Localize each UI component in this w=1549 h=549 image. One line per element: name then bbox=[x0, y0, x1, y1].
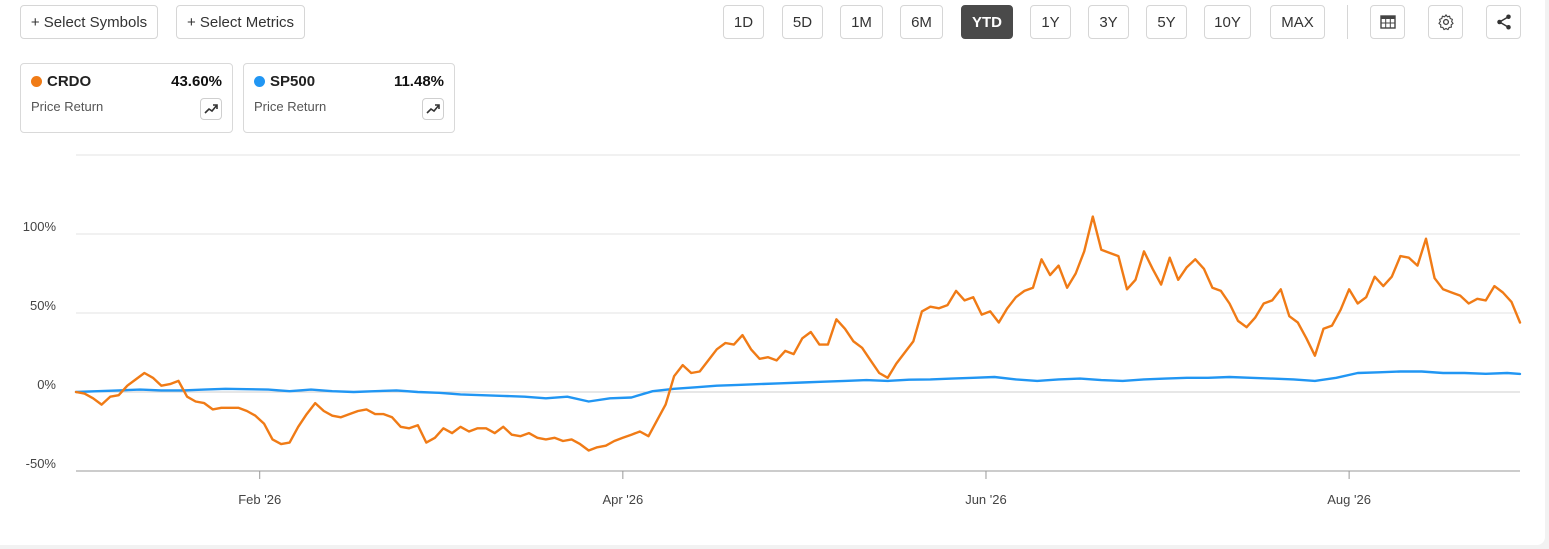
x-tick-label: Jun '26 bbox=[965, 492, 1007, 507]
y-tick-label: 50% bbox=[30, 298, 56, 313]
x-tick-label: Feb '26 bbox=[238, 492, 281, 507]
price-return-chart: 100% 50% 0% -50% Feb '26 Apr '26 Jun '26 Aug '2… bbox=[23, 154, 1522, 507]
y-tick-label: -50% bbox=[26, 456, 57, 471]
chart-card: + Select Symbols + Select Metrics 1D 5D 1M… bbox=[0, 0, 1545, 545]
series-line-sp500 bbox=[74, 370, 1522, 403]
x-tick-label: Aug '26 bbox=[1327, 492, 1371, 507]
series-line-crdo bbox=[74, 215, 1522, 452]
x-tick-label: Apr '26 bbox=[602, 492, 643, 507]
y-tick-label: 100% bbox=[23, 219, 57, 234]
y-tick-label: 0% bbox=[37, 377, 56, 392]
